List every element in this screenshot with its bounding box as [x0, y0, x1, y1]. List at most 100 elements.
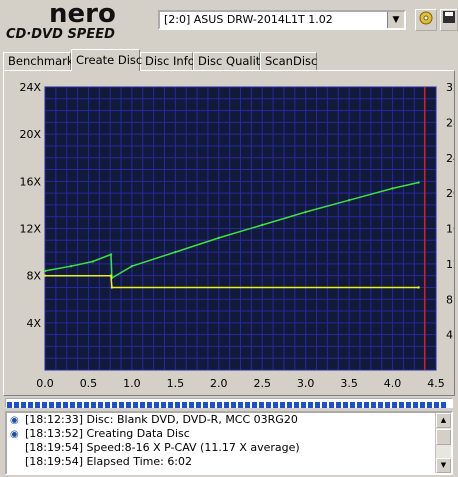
x-axis: 0.0 0.5 1.0 1.5 2.0 2.5 3.0 3.5 4.0 4.5	[36, 377, 445, 390]
logo-product: CD·DVD SPEED	[6, 27, 115, 42]
log-text: [18:19:54] Elapsed Time: 6:02	[25, 455, 193, 468]
y-axis-left: 4X 8X 12X 16X 20X 24X	[19, 81, 41, 330]
data-point	[110, 286, 114, 289]
log-text: [18:12:33] Disc: Blank DVD, DVD-R, MCC 0…	[25, 413, 298, 426]
progress-block	[14, 402, 19, 408]
disc-icon: ◉	[10, 415, 19, 426]
progress-block	[63, 402, 68, 408]
x-tick-label: 3.5	[340, 377, 358, 390]
x-tick-label: 4.5	[427, 377, 445, 390]
y-right-tick-label: 16	[446, 223, 454, 236]
scroll-up-icon[interactable]: ▲	[436, 413, 451, 428]
progress-block	[252, 402, 257, 408]
y-right-tick-label: 24	[446, 152, 454, 165]
y-right-tick-label: 8	[446, 293, 453, 306]
tab-disc-quality[interactable]: Disc Quality	[193, 52, 267, 71]
tab-label: Benchmark	[8, 54, 74, 68]
y-right-tick-label: 28	[446, 116, 454, 129]
data-point	[304, 210, 307, 214]
log-list[interactable]: ◉ [18:12:33] Disc: Blank DVD, DVD-R, MCC…	[5, 411, 453, 475]
log-text: [18:19:54] Speed:8-16 X P-CAV (11.17 X a…	[25, 441, 300, 454]
progress-block	[413, 402, 418, 408]
data-point	[109, 253, 113, 256]
log-entry: ◉ [18:12:33] Disc: Blank DVD, DVD-R, MCC…	[7, 413, 451, 427]
progress-block	[266, 402, 271, 408]
progress-block	[231, 402, 236, 408]
data-point	[391, 187, 394, 190]
scroll-down-icon[interactable]: ▼	[436, 458, 451, 473]
progress-block	[21, 402, 26, 408]
progress-block	[385, 402, 390, 408]
log-entry: [18:19:54] Elapsed Time: 6:02	[7, 455, 451, 469]
progress-block	[217, 402, 222, 408]
progress-block	[91, 402, 96, 408]
x-tick-label: 1.5	[167, 377, 185, 390]
data-point	[91, 260, 94, 263]
tab-benchmark[interactable]: Benchmark	[3, 52, 74, 71]
progress-block	[364, 402, 369, 408]
data-point	[109, 274, 113, 277]
log-entry: [18:19:54] Speed:8-16 X P-CAV (11.17 X a…	[7, 441, 451, 455]
x-tick-label: 2.5	[253, 377, 271, 390]
tab-label: Disc Quality	[198, 54, 268, 68]
data-point	[43, 274, 47, 277]
progress-block	[280, 402, 285, 408]
tab-label: Create Disc	[76, 53, 143, 67]
drive-info-button[interactable]	[415, 9, 437, 31]
progress-block	[70, 402, 75, 408]
x-tick-label: 0.0	[36, 377, 54, 390]
scroll-thumb[interactable]	[436, 429, 451, 445]
x-tick-label: 1.0	[123, 377, 141, 390]
data-point	[43, 269, 47, 273]
y-left-tick-label: 16X	[19, 175, 41, 188]
progress-block	[119, 402, 124, 408]
progress-block	[49, 402, 54, 408]
save-button[interactable]	[440, 9, 458, 31]
progress-block	[238, 402, 243, 408]
progress-block	[224, 402, 229, 408]
nero-logo: nero CD·DVD SPEED	[4, 0, 154, 42]
chevron-down-icon[interactable]: ▼	[387, 12, 404, 28]
data-point	[417, 286, 420, 289]
tab-scandisc[interactable]: ScanDisc	[260, 52, 317, 71]
y-right-tick-label: 32	[446, 81, 454, 94]
drive-select[interactable]: [2:0] ASUS DRW-2014L1T 1.02 ▼	[158, 10, 406, 30]
y-left-tick-label: 4X	[26, 317, 41, 330]
data-point	[174, 250, 177, 254]
x-tick-label: 3.0	[297, 377, 315, 390]
log-entry: ◉ [18:13:52] Creating Data Disc	[7, 427, 451, 441]
progress-block	[287, 402, 292, 408]
progress-block	[161, 402, 166, 408]
progress-block	[357, 402, 362, 408]
progress-block	[392, 402, 397, 408]
data-point	[130, 265, 134, 268]
tab-create-disc[interactable]: Create Disc	[71, 49, 143, 71]
log-scrollbar[interactable]: ▲ ▼	[435, 413, 451, 473]
speed-chart: 4X 8X 12X 16X 20X 24X 4 8 12 16 20 24 28 32 0.0 0.5 1.…	[19, 81, 454, 390]
progress-block	[343, 402, 348, 408]
data-point	[417, 181, 420, 184]
progress-block	[273, 402, 278, 408]
progress-block	[168, 402, 173, 408]
progress-block	[105, 402, 110, 408]
disc-settings-icon	[419, 11, 433, 25]
data-point	[347, 199, 351, 202]
progress-block	[329, 402, 334, 408]
x-tick-label: 4.0	[384, 377, 402, 390]
progress-block	[427, 402, 432, 408]
progress-block	[126, 402, 131, 408]
progress-block	[35, 402, 40, 408]
progress-block	[315, 402, 320, 408]
progress-block	[84, 402, 89, 408]
progress-block	[182, 402, 187, 408]
progress-block	[28, 402, 33, 408]
y-left-tick-label: 8X	[26, 270, 41, 283]
progress-block	[133, 402, 138, 408]
progress-block	[7, 402, 12, 408]
tab-disc-info[interactable]: Disc Info	[140, 52, 195, 71]
progress-block	[308, 402, 313, 408]
progress-block	[203, 402, 208, 408]
disc-icon: ◉	[10, 429, 19, 440]
progress-block	[154, 402, 159, 408]
y-left-tick-label: 24X	[19, 81, 41, 94]
